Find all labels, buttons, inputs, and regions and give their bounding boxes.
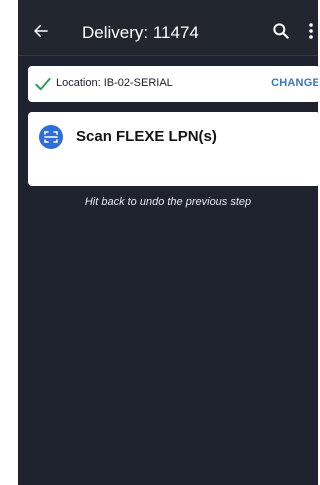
back-button[interactable] xyxy=(28,18,54,44)
scan-icon xyxy=(39,125,63,149)
more-options-button[interactable] xyxy=(304,18,318,44)
app-screen: Delivery: 11474 Location: IB-02-SERIAL C… xyxy=(18,0,318,485)
location-card: Location: IB-02-SERIAL CHANGE xyxy=(28,66,318,102)
app-bar: Delivery: 11474 xyxy=(18,0,318,56)
scan-step-card[interactable]: Scan FLEXE LPN(s) xyxy=(28,112,318,186)
device-frame: Delivery: 11474 Location: IB-02-SERIAL C… xyxy=(0,0,320,485)
search-button[interactable] xyxy=(268,18,294,44)
check-icon xyxy=(35,77,51,91)
more-vertical-icon xyxy=(309,23,313,39)
arrow-left-icon xyxy=(34,25,48,37)
undo-hint: Hit back to undo the previous step xyxy=(84,196,252,208)
change-location-button[interactable]: CHANGE xyxy=(271,77,318,89)
scan-step-label: Scan FLEXE LPN(s) xyxy=(76,128,217,145)
page-title: Delivery: 11474 xyxy=(82,23,199,42)
search-icon xyxy=(273,23,289,39)
location-text: Location: IB-02-SERIAL xyxy=(56,77,173,89)
